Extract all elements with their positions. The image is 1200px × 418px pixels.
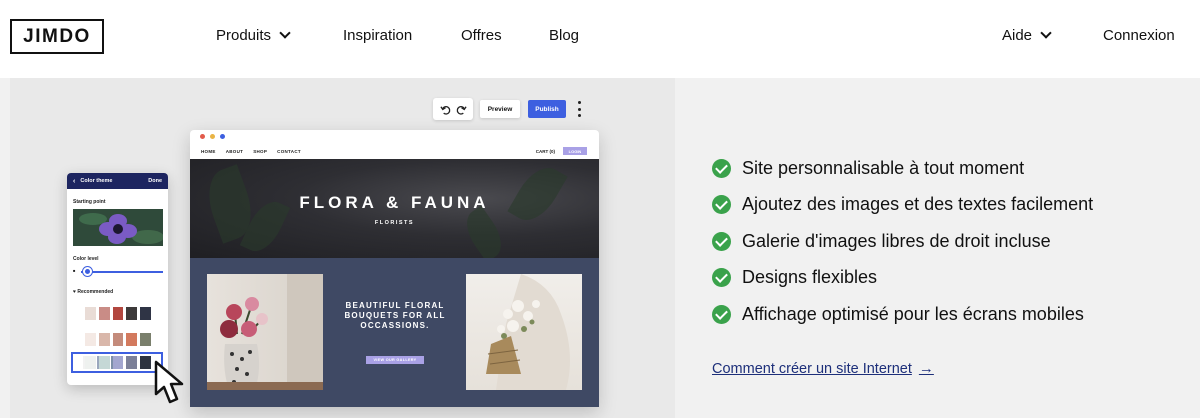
site-nav-about[interactable]: ABOUT: [226, 149, 244, 154]
site-header: JIMDO Produits Inspiration Offres Blog A…: [0, 0, 1200, 78]
site-content: BEAUTIFUL FLORAL BOUQUETS FOR ALL OCCASS…: [190, 258, 599, 407]
starting-point-label: Starting point: [73, 199, 106, 205]
palette-option[interactable]: [73, 355, 163, 370]
site-cart[interactable]: CART (0): [536, 149, 555, 154]
color-swatch: [140, 307, 151, 320]
feature-item: Affichage optimisé pour les écrans mobil…: [712, 296, 1093, 333]
site-hero-subtitle: FLORISTS: [374, 220, 415, 226]
color-theme-panel: ‹ Color theme Done Starting point Color …: [67, 173, 168, 385]
how-to-create-site-link[interactable]: Comment créer un site Internet →: [712, 360, 934, 377]
color-theme-title: Color theme: [80, 178, 113, 184]
bouquet-image: [466, 274, 582, 390]
color-swatch: [126, 333, 138, 346]
color-level-slider[interactable]: [83, 267, 93, 276]
nav-produits-label: Produits: [216, 27, 272, 44]
site-hero-title: FLORA & FAUNA: [299, 193, 490, 212]
starting-point-image[interactable]: [73, 209, 163, 246]
color-swatch: [85, 333, 96, 346]
feature-item: Designs flexibles: [712, 260, 1093, 297]
color-level-label: Color level: [73, 256, 99, 262]
feature-text: Site personnalisable à tout moment: [742, 157, 1025, 178]
feature-text: Galerie d'images libres de droit incluse: [742, 230, 1051, 251]
color-level-track[interactable]: [81, 271, 163, 273]
flower-vase-image: [207, 274, 323, 390]
check-circle-icon: [712, 231, 731, 251]
redo-icon[interactable]: [456, 104, 467, 115]
nav-blog[interactable]: Blog: [549, 27, 579, 44]
palette-option[interactable]: [73, 306, 163, 321]
nav-produits[interactable]: Produits: [216, 27, 291, 44]
site-hero: FLORA & FAUNA FLORISTS: [190, 159, 599, 258]
color-swatch: [140, 356, 151, 369]
check-circle-icon: [712, 304, 731, 324]
back-icon[interactable]: ‹: [73, 178, 75, 185]
color-swatch: [126, 356, 138, 369]
site-login-button[interactable]: LOGIN: [563, 147, 587, 155]
window-dots: [200, 134, 225, 139]
nav-offres[interactable]: Offres: [461, 27, 502, 44]
color-swatch: [112, 333, 124, 346]
recommended-label: ♥ Recommended: [73, 289, 113, 295]
color-swatch: [112, 307, 124, 320]
color-swatch: [98, 307, 110, 320]
feature-text: Designs flexibles: [742, 267, 878, 288]
chevron-down-icon: [279, 27, 291, 39]
palette-option[interactable]: [73, 332, 163, 347]
recommended-text: Recommended: [77, 289, 114, 295]
color-swatch: [126, 307, 138, 320]
website-preview: HOME ABOUT SHOP CONTACT CART (0) LOGIN F…: [190, 130, 599, 407]
color-theme-header: ‹ Color theme Done: [67, 173, 168, 189]
publish-button[interactable]: Publish: [528, 100, 566, 118]
arrow-right-icon: →: [918, 360, 934, 377]
color-swatch: [112, 356, 124, 369]
color-level-min-marker: ■: [73, 268, 76, 273]
color-swatch: [85, 356, 96, 369]
check-circle-icon: [712, 195, 731, 215]
check-circle-icon: [712, 268, 731, 288]
more-options-icon[interactable]: [574, 101, 584, 117]
heart-icon: ♥: [73, 289, 76, 295]
site-nav-home[interactable]: HOME: [201, 149, 216, 154]
nav-inspiration[interactable]: Inspiration: [343, 27, 412, 44]
feature-text: Ajoutez des images et des textes facilem…: [742, 194, 1094, 215]
check-circle-icon: [712, 158, 731, 178]
preview-button[interactable]: Preview: [480, 100, 520, 118]
nav-aide[interactable]: Aide: [1002, 27, 1052, 44]
color-swatch: [98, 333, 110, 346]
chevron-down-icon: [1040, 27, 1052, 39]
undo-icon[interactable]: [439, 104, 451, 115]
nav-connexion[interactable]: Connexion: [1103, 27, 1175, 44]
feature-list: Site personnalisable à tout moment Ajout…: [712, 150, 1093, 333]
feature-item: Ajoutez des images et des textes facilem…: [712, 187, 1093, 224]
done-button[interactable]: Done: [148, 178, 162, 184]
view-gallery-button[interactable]: VIEW OUR GALLERY: [366, 356, 424, 364]
site-nav-contact[interactable]: CONTACT: [277, 149, 301, 154]
color-swatch: [140, 333, 151, 346]
feature-item: Site personnalisable à tout moment: [712, 150, 1093, 187]
feature-item: Galerie d'images libres de droit incluse: [712, 223, 1093, 260]
undo-redo-group: [433, 98, 473, 120]
site-promo-text: BEAUTIFUL FLORAL BOUQUETS FOR ALL OCCASS…: [344, 301, 446, 330]
jimdo-logo[interactable]: JIMDO: [10, 19, 104, 54]
color-swatch: [98, 356, 110, 369]
color-swatch: [85, 307, 96, 320]
feature-text: Affichage optimisé pour les écrans mobil…: [742, 303, 1084, 324]
site-nav-shop[interactable]: SHOP: [253, 149, 267, 154]
nav-aide-label: Aide: [1002, 27, 1033, 44]
mouse-pointer-icon: [154, 360, 184, 404]
how-to-link-label: Comment créer un site Internet: [712, 360, 912, 377]
